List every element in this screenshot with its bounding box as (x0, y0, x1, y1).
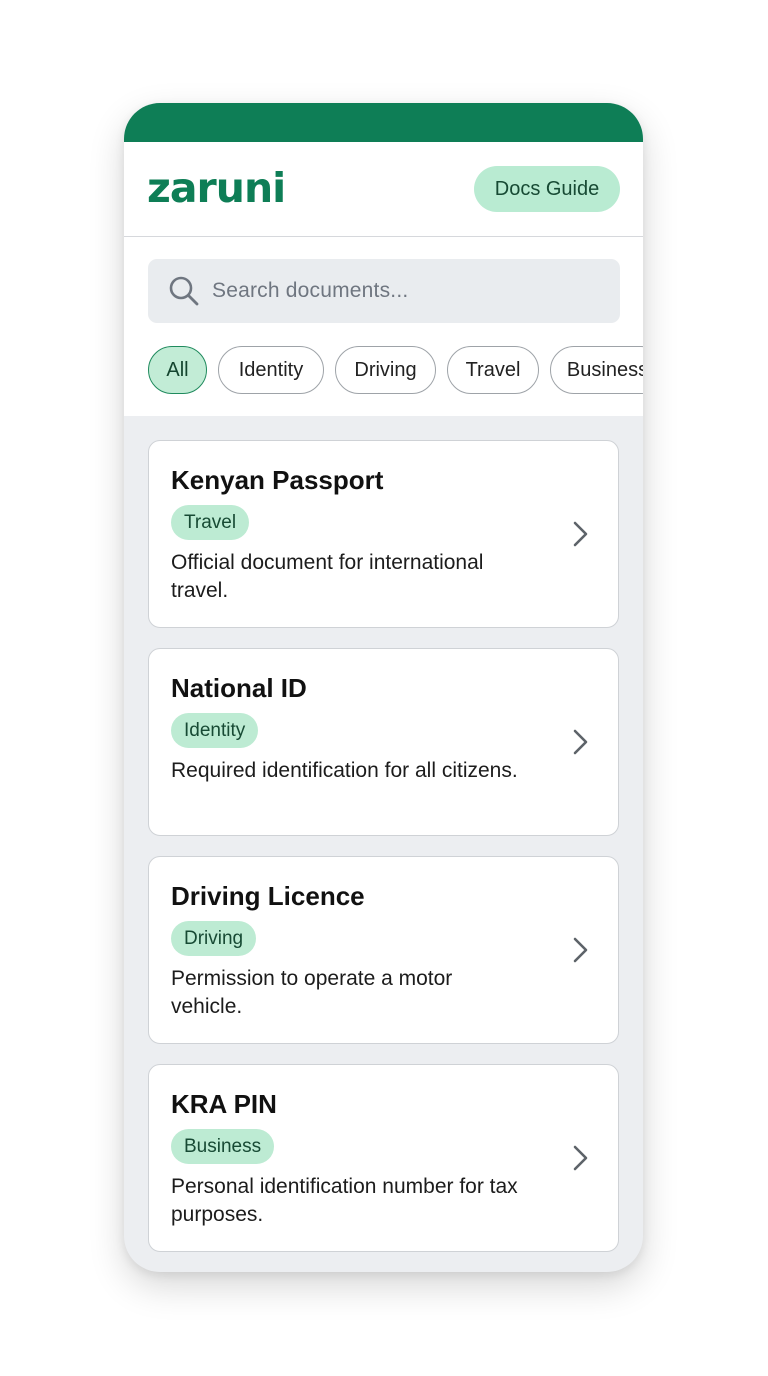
search-icon (168, 275, 200, 307)
document-list: Kenyan Passport Travel Official document… (124, 416, 643, 1252)
status-bar (124, 103, 643, 142)
docs-guide-button[interactable]: Docs Guide (474, 166, 620, 212)
search-filter-panel: All Identity Driving Travel Business (124, 237, 643, 416)
chevron-right-icon (573, 937, 588, 963)
filter-chip-driving[interactable]: Driving (335, 346, 436, 394)
document-card[interactable]: KRA PIN Business Personal identification… (148, 1064, 619, 1252)
chevron-right-icon (573, 1145, 588, 1171)
search-input[interactable] (212, 279, 592, 303)
document-title: National ID (171, 673, 307, 703)
document-title: Kenyan Passport (171, 465, 384, 495)
document-card[interactable]: Driving Licence Driving Permission to op… (148, 856, 619, 1044)
search-bar[interactable] (148, 259, 620, 323)
category-tag: Driving (171, 921, 257, 956)
document-card[interactable]: Kenyan Passport Travel Official document… (148, 440, 619, 628)
filter-chip-travel[interactable]: Travel (447, 346, 539, 394)
document-description: Permission to operate a motor vehicle. (171, 967, 453, 1018)
document-description: Personal identification number for tax p… (171, 1175, 518, 1226)
phone-frame: zaruni Docs Guide All Identity Driving T… (124, 103, 643, 1272)
category-tag: Travel (171, 505, 250, 540)
document-description: Required identification for all citizens… (171, 759, 518, 782)
filter-chip-all[interactable]: All (148, 346, 207, 394)
document-title: Driving Licence (171, 881, 365, 911)
app-header: zaruni Docs Guide (124, 142, 643, 237)
document-title: KRA PIN (171, 1089, 277, 1119)
category-tag: Business (171, 1129, 275, 1164)
category-tag: Identity (171, 713, 259, 748)
document-description: Official document for international trav… (171, 551, 484, 602)
chevron-right-icon (573, 729, 588, 755)
document-card[interactable]: National ID Identity Required identifica… (148, 648, 619, 836)
chevron-right-icon (573, 521, 588, 547)
filter-chip-business[interactable]: Business (550, 346, 643, 394)
filter-chip-identity[interactable]: Identity (218, 346, 324, 394)
filter-chips: All Identity Driving Travel Business (148, 346, 643, 394)
app-logo: zaruni (147, 163, 286, 212)
